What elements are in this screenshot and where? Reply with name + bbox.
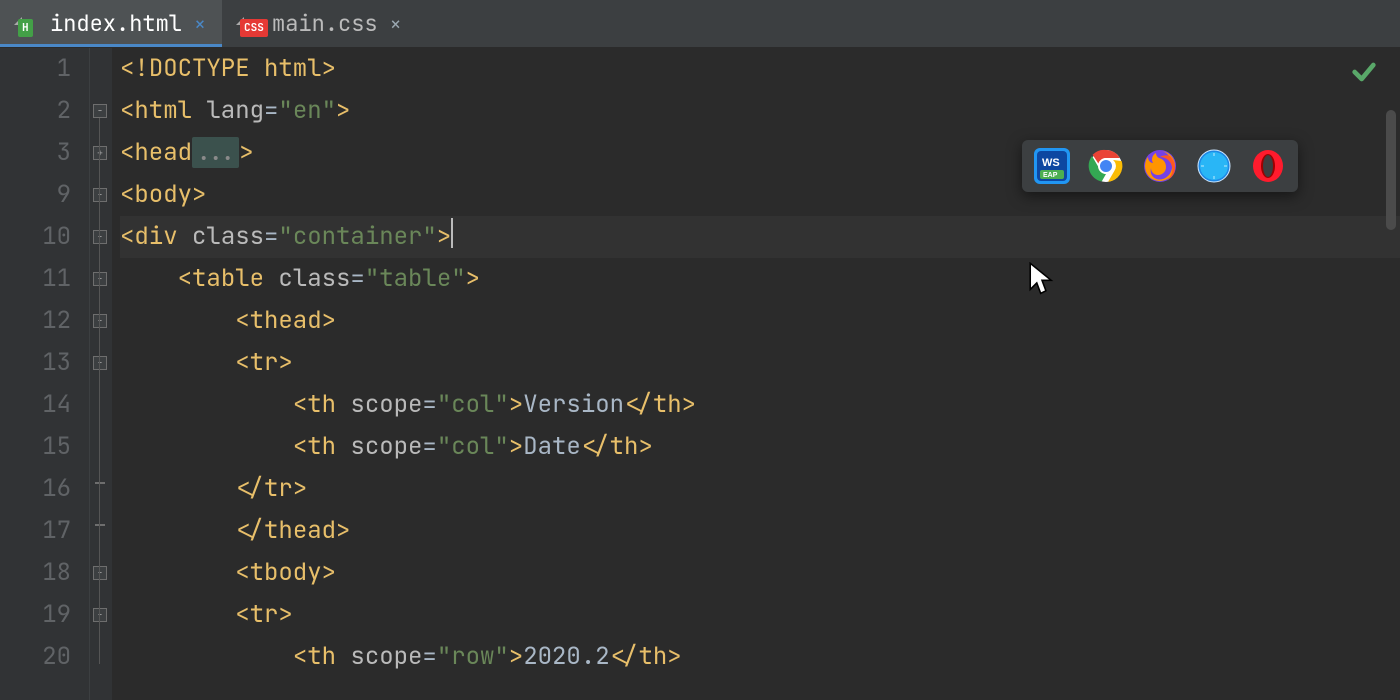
code-line[interactable]: <tr> xyxy=(120,342,1400,384)
line-number[interactable]: 15 xyxy=(0,426,71,468)
code-line[interactable]: <thead> xyxy=(120,300,1400,342)
vertical-scrollbar[interactable] xyxy=(1386,110,1396,230)
chrome-icon[interactable] xyxy=(1088,148,1124,184)
html-file-icon: H xyxy=(14,11,40,37)
code-line[interactable]: </tr> xyxy=(120,468,1400,510)
code-line[interactable]: <tbody> xyxy=(120,552,1400,594)
code-line[interactable]: </thead> xyxy=(120,510,1400,552)
fold-column[interactable]: − + − − − − − − − xyxy=(90,48,112,700)
css-file-icon: CSS xyxy=(236,11,262,37)
line-number[interactable]: 14 xyxy=(0,384,71,426)
webstorm-preview-icon[interactable]: WS EAP xyxy=(1034,148,1070,184)
close-icon[interactable]: × xyxy=(192,11,208,37)
line-number[interactable]: 9 xyxy=(0,174,71,216)
safari-icon[interactable] xyxy=(1196,148,1232,184)
tab-index-html[interactable]: H index.html × xyxy=(0,0,222,47)
svg-text:WS: WS xyxy=(1042,157,1060,169)
line-number-gutter[interactable]: 12391011121314151617181920 xyxy=(0,48,90,700)
fold-collapse-icon[interactable]: − xyxy=(93,356,107,370)
code-line[interactable]: <html lang="en"> xyxy=(120,90,1400,132)
fold-collapse-icon[interactable]: − xyxy=(93,230,107,244)
close-icon[interactable]: × xyxy=(388,11,404,37)
line-number[interactable]: 10 xyxy=(0,216,71,258)
line-number[interactable]: 20 xyxy=(0,636,71,678)
browser-preview-toolbar: WS EAP xyxy=(1022,140,1298,192)
fold-collapse-icon[interactable]: − xyxy=(93,566,107,580)
analysis-ok-icon[interactable] xyxy=(1350,58,1378,95)
fold-collapse-icon[interactable]: − xyxy=(93,608,107,622)
fold-collapse-icon[interactable] xyxy=(95,482,105,484)
code-editor[interactable]: 12391011121314151617181920 −+−−−−−−− <!D… xyxy=(0,48,1400,700)
code-line[interactable]: <th scope="row">2020.2</th> xyxy=(120,636,1400,678)
tab-main-css[interactable]: CSS main.css × xyxy=(222,0,418,47)
fold-collapse-icon[interactable] xyxy=(95,524,105,526)
fold-collapse-icon[interactable]: − xyxy=(93,272,107,286)
tab-label: index.html xyxy=(50,9,182,38)
line-number[interactable]: 13 xyxy=(0,342,71,384)
line-number[interactable]: 1 xyxy=(0,48,71,90)
code-line[interactable]: <th scope="col">Date</th> xyxy=(120,426,1400,468)
line-number[interactable]: 16 xyxy=(0,468,71,510)
code-line[interactable]: <tr> xyxy=(120,594,1400,636)
line-number[interactable]: 17 xyxy=(0,510,71,552)
line-number[interactable]: 18 xyxy=(0,552,71,594)
code-line[interactable]: <table class="table"> xyxy=(120,258,1400,300)
fold-collapse-icon[interactable]: − xyxy=(93,104,107,118)
fold-expand-icon[interactable]: + xyxy=(93,146,107,160)
line-number[interactable]: 12 xyxy=(0,300,71,342)
fold-collapse-icon[interactable]: − xyxy=(93,188,107,202)
line-number[interactable]: 11 xyxy=(0,258,71,300)
line-number[interactable]: 3 xyxy=(0,132,71,174)
line-number[interactable]: 19 xyxy=(0,594,71,636)
line-number[interactable]: 2 xyxy=(0,90,71,132)
tab-label: main.css xyxy=(272,9,378,38)
fold-collapse-icon[interactable]: − xyxy=(93,314,107,328)
firefox-icon[interactable] xyxy=(1142,148,1178,184)
code-line[interactable]: <th scope="col">Version</th> xyxy=(120,384,1400,426)
svg-text:EAP: EAP xyxy=(1043,172,1058,179)
code-line[interactable]: <div class="container"> xyxy=(120,216,1400,258)
editor-tabs: H index.html × CSS main.css × xyxy=(0,0,1400,48)
code-line[interactable]: <!DOCTYPE html> xyxy=(120,48,1400,90)
opera-icon[interactable] xyxy=(1250,148,1286,184)
